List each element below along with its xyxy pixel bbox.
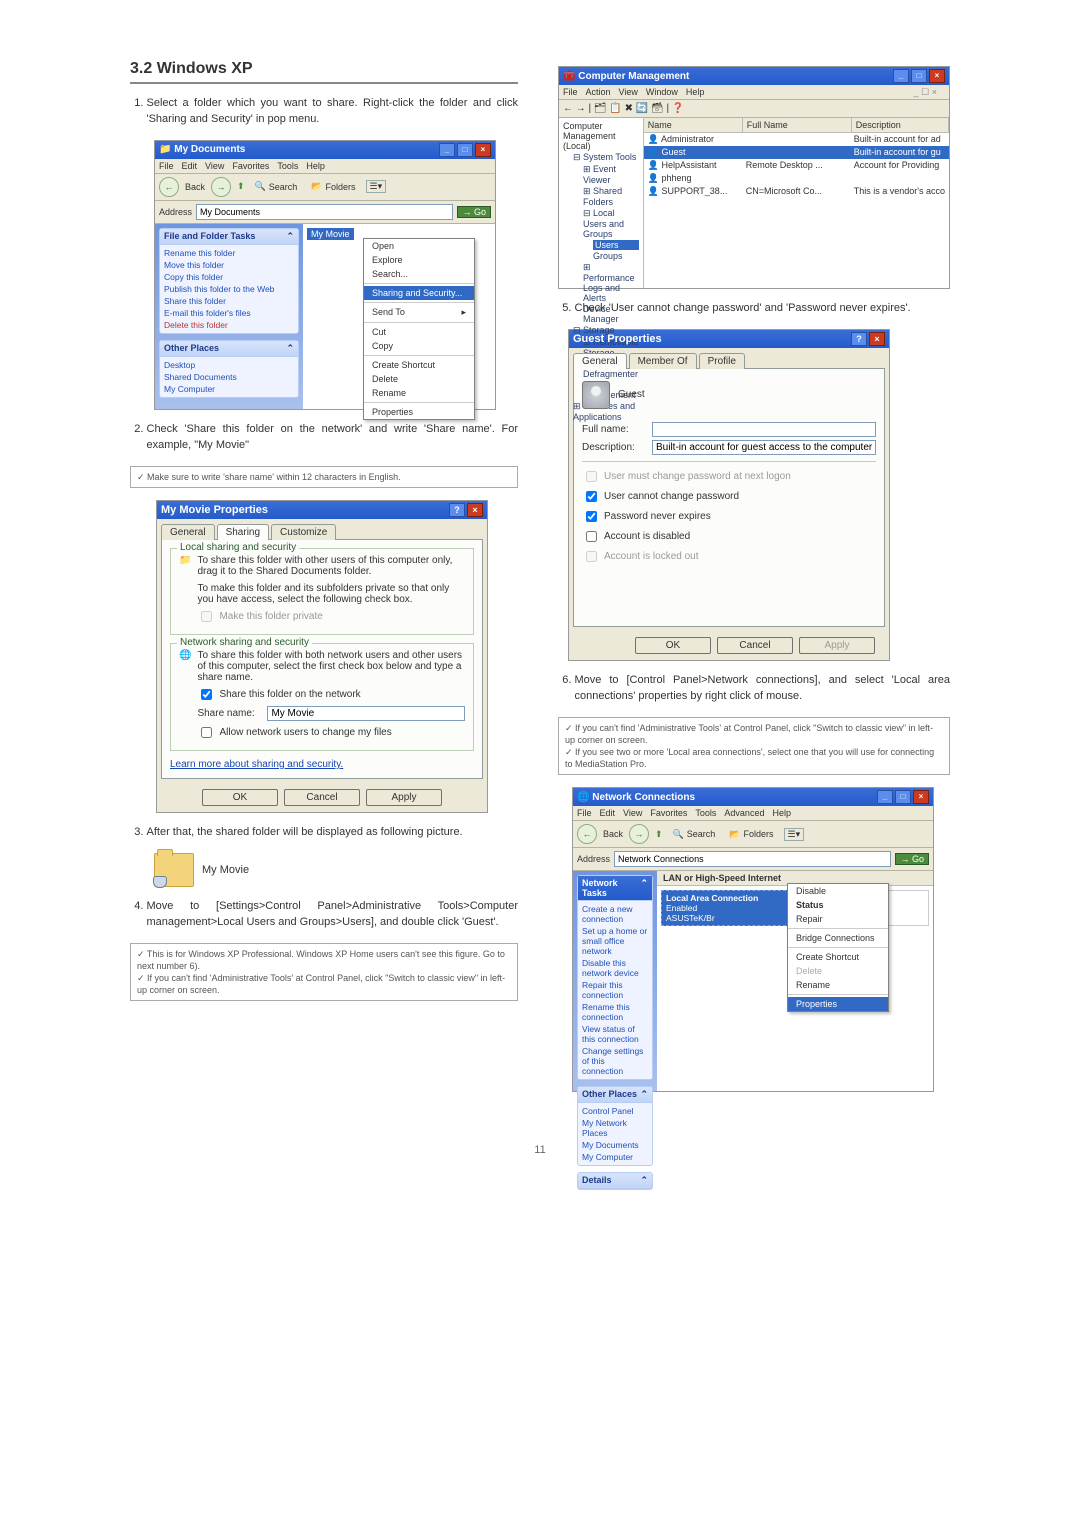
back-icon: ← bbox=[159, 177, 179, 197]
close-icon: × bbox=[475, 143, 491, 157]
chevron-up-icon: ⌃ bbox=[286, 343, 294, 354]
account-disabled-checkbox[interactable] bbox=[586, 531, 597, 542]
folder-icon: 📁 bbox=[159, 144, 171, 155]
context-menu[interactable]: Disable Status Repair Bridge Connections… bbox=[787, 883, 889, 1012]
shared-folder-thumbnail: My Movie bbox=[154, 853, 518, 887]
share-network-checkbox[interactable] bbox=[201, 689, 212, 700]
step-5: Check 'User cannot change password' and … bbox=[575, 301, 951, 317]
close-icon[interactable]: × bbox=[467, 503, 483, 517]
step-3: After that, the shared folder will be di… bbox=[147, 825, 519, 841]
shared-folder-icon bbox=[154, 853, 194, 887]
menubar[interactable]: FileActionViewWindowHelp _ ☐ × bbox=[559, 85, 949, 100]
go-button[interactable]: → Go bbox=[457, 206, 491, 218]
globe-icon: 🌐 bbox=[179, 650, 191, 744]
fullname-input[interactable] bbox=[652, 422, 876, 437]
window-buttons[interactable]: _□× bbox=[875, 790, 929, 804]
tree-users-selected: Users bbox=[593, 240, 639, 250]
screenshot-network-connections: 🌐 Network Connections _□× FileEditViewFa… bbox=[572, 787, 934, 1092]
window-buttons[interactable]: _□× bbox=[437, 143, 491, 157]
toolbar[interactable]: ← Back → ⬆ 🔍 Search 📂 Folders ☰▾ bbox=[155, 174, 495, 201]
cannot-change-pw-checkbox[interactable] bbox=[586, 491, 597, 502]
step-6: Move to [Control Panel>Network connectio… bbox=[575, 673, 951, 705]
step-1: Select a folder which you want to share.… bbox=[147, 96, 519, 128]
folder-icon: 📁 bbox=[179, 555, 191, 628]
address-input[interactable] bbox=[614, 851, 891, 867]
context-sharing-security: Sharing and Security... bbox=[364, 286, 474, 300]
description-input[interactable] bbox=[652, 440, 876, 455]
close-icon[interactable]: × bbox=[869, 332, 885, 346]
minimize-icon: _ bbox=[439, 143, 455, 157]
share-name-input[interactable] bbox=[267, 706, 465, 721]
window-buttons[interactable]: _□× bbox=[891, 69, 945, 83]
note-step4: ✓ This is for Windows XP Professional. W… bbox=[130, 943, 518, 1002]
go-button[interactable]: → Go bbox=[895, 853, 929, 865]
make-private-checkbox bbox=[201, 611, 212, 622]
pw-never-expires-checkbox[interactable] bbox=[586, 511, 597, 522]
selected-folder[interactable]: My Movie bbox=[307, 228, 354, 240]
learn-more-link[interactable]: Learn more about sharing and security. bbox=[170, 759, 343, 770]
menubar[interactable]: FileEditViewFavoritesToolsHelp bbox=[155, 159, 495, 174]
context-properties: Properties bbox=[788, 997, 888, 1011]
context-menu[interactable]: Open Explore Search... Sharing and Secur… bbox=[363, 238, 475, 420]
ok-button[interactable]: OK bbox=[635, 637, 711, 654]
screenshot-computer-management: 🧰 Computer Management _□× FileActionView… bbox=[558, 66, 950, 289]
account-locked-checkbox bbox=[586, 551, 597, 562]
apply-button[interactable]: Apply bbox=[366, 789, 442, 806]
step-4: Move to [Settings>Control Panel>Administ… bbox=[147, 899, 519, 931]
screenshot-folder-properties: My Movie Properties ?× General Sharing C… bbox=[156, 500, 488, 813]
forward-icon: → bbox=[629, 824, 649, 844]
screenshot-my-documents: 📁 My Documents _□× FileEditViewFavorites… bbox=[154, 140, 496, 410]
apply-button: Apply bbox=[799, 637, 875, 654]
note-sharename: ✓ Make sure to write 'share name' within… bbox=[130, 466, 518, 488]
row-guest: 👤 GuestBuilt-in account for gu bbox=[644, 146, 949, 159]
address-input[interactable] bbox=[196, 204, 453, 220]
forward-icon: → bbox=[211, 177, 231, 197]
allow-change-checkbox[interactable] bbox=[201, 727, 212, 738]
user-icon bbox=[582, 381, 610, 409]
section-heading: 3.2 Windows XP bbox=[130, 60, 518, 84]
note-step6: ✓ If you can't find 'Administrative Tool… bbox=[558, 717, 950, 776]
cancel-button[interactable]: Cancel bbox=[717, 637, 793, 654]
must-change-pw-checkbox bbox=[586, 471, 597, 482]
page-number: 11 bbox=[130, 1144, 950, 1156]
chevron-up-icon: ⌃ bbox=[286, 231, 294, 242]
maximize-icon: □ bbox=[457, 143, 473, 157]
ok-button[interactable]: OK bbox=[202, 789, 278, 806]
help-icon[interactable]: ? bbox=[851, 332, 867, 346]
cancel-button[interactable]: Cancel bbox=[284, 789, 360, 806]
tabs[interactable]: General Sharing Customize bbox=[157, 519, 487, 539]
lan-tile[interactable]: Local Area Connection Enabled ASUSTeK/Br bbox=[661, 890, 791, 926]
help-icon[interactable]: ? bbox=[449, 503, 465, 517]
back-icon: ← bbox=[577, 824, 597, 844]
user-list[interactable]: Name Full Name Description 👤 Administrat… bbox=[644, 118, 949, 288]
tree-pane[interactable]: Computer Management (Local) ⊟ System Too… bbox=[559, 118, 644, 288]
step-2: Check 'Share this folder on the network'… bbox=[147, 422, 519, 454]
